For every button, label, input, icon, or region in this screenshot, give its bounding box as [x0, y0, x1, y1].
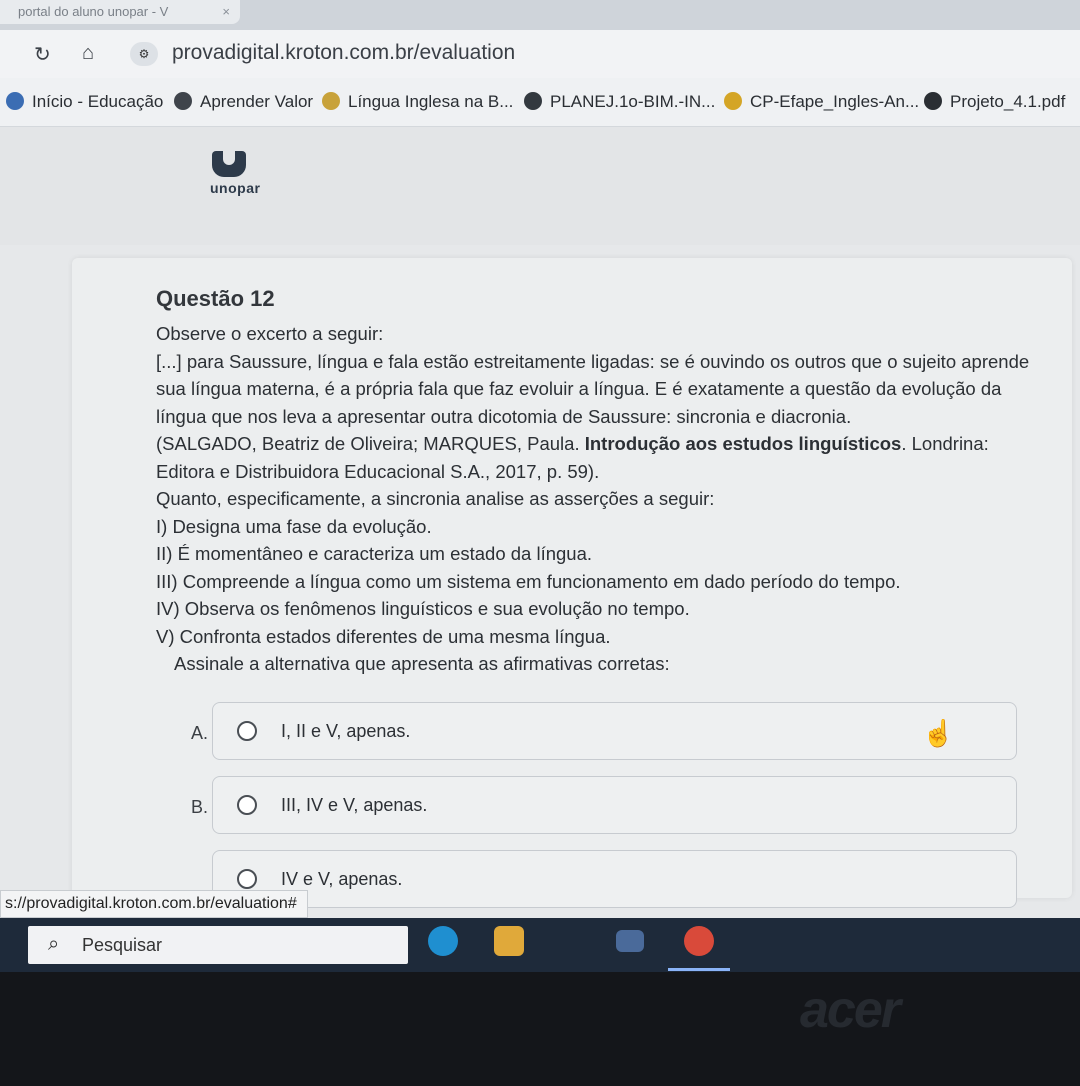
chrome-icon[interactable]: [684, 926, 714, 956]
question-excerpt: [...] para Saussure, língua e fala estão…: [156, 350, 1030, 427]
address-bar: ↻ ⌂ ⚙ provadigital.kroton.com.br/evaluat…: [0, 30, 1080, 78]
bookmark-label: Início - Educação: [32, 92, 164, 111]
taskbar: ⌕ Pesquisar: [0, 918, 1080, 972]
bookmark-label: PLANEJ.1o-BIM.-IN...: [550, 92, 716, 111]
option-text: IV e V, apenas.: [281, 869, 403, 889]
question-card: Questão 12 Observe o excerto a seguir: […: [72, 258, 1072, 908]
home-icon[interactable]: ⌂: [82, 42, 94, 65]
logo-text: unopar: [210, 180, 261, 196]
bookmark-favicon-icon: [924, 91, 942, 110]
question-instruction: Assinale a alternativa que apresenta as …: [174, 653, 670, 674]
bookmark-aprender-valor[interactable]: Aprender Valor: [174, 88, 313, 116]
question-intro: Observe o excerto a seguir:: [156, 323, 384, 344]
bookmark-favicon-icon: [6, 91, 24, 110]
app-icon[interactable]: [616, 930, 644, 952]
bookmark-favicon-icon: [174, 91, 192, 110]
bookmark-inicio[interactable]: Início - Educação: [6, 88, 163, 116]
option-letter: B.: [191, 797, 209, 817]
bookmark-favicon-icon: [322, 91, 340, 110]
assertion-item: I) Designa uma fase da evolução.: [156, 515, 432, 537]
option-text: III, IV e V, apenas.: [281, 795, 428, 815]
active-app-indicator: [668, 968, 730, 971]
tab-bar: portal do aluno unopar - V ×: [0, 0, 1080, 30]
bookmark-projeto[interactable]: Projeto_4.1.pdf: [924, 88, 1065, 116]
unopar-logo-icon: [212, 151, 246, 177]
assertion-item: III) Compreende a língua como um sistema…: [156, 570, 901, 592]
bookmark-favicon-icon: [724, 91, 742, 110]
option-radio[interactable]: [237, 721, 257, 741]
hand-cursor-icon: ☝: [922, 718, 955, 748]
assertion-item: II) É momentâneo e caracteriza um estado…: [156, 543, 593, 564]
bookmark-label: Língua Inglesa na B...: [348, 92, 514, 111]
edge-browser-icon[interactable]: [428, 926, 458, 956]
question-prompt: Quanto, especificamente, a sincronia ana…: [156, 488, 715, 509]
option-text: I, II e V, apenas.: [281, 721, 411, 741]
bookmark-planej[interactable]: PLANEJ.1o-BIM.-IN...: [524, 88, 715, 116]
status-url: s://provadigital.kroton.com.br/evaluatio…: [0, 890, 308, 918]
question-title: Questão 12: [156, 286, 275, 311]
page-header: unopar: [0, 127, 1080, 245]
browser-tab[interactable]: portal do aluno unopar - V ×: [0, 0, 240, 24]
reload-icon[interactable]: ↻: [34, 42, 51, 67]
bookmark-cp-efape[interactable]: CP-Efape_Ingles-An...: [724, 88, 919, 116]
search-icon: ⌕: [48, 933, 60, 955]
screen: portal do aluno unopar - V × ↻ ⌂ ⚙ prova…: [0, 0, 1080, 972]
assertion-item: IV) Observa os fenômenos linguísticos e …: [156, 598, 690, 619]
taskbar-search[interactable]: ⌕ Pesquisar: [28, 926, 408, 964]
option-c[interactable]: IV e V, apenas.: [212, 850, 1017, 908]
bookmark-favicon-icon: [524, 91, 542, 110]
bookmark-label: Projeto_4.1.pdf: [950, 92, 1066, 111]
file-explorer-icon[interactable]: [494, 926, 524, 956]
option-radio[interactable]: [237, 795, 257, 815]
option-letter: A.: [191, 723, 209, 743]
question-citation: (SALGADO, Beatriz de Oliveira; MARQUES, …: [156, 430, 1036, 485]
site-info-icon[interactable]: ⚙: [130, 42, 158, 66]
option-a[interactable]: A. I, II e V, apenas.: [191, 702, 1017, 760]
bezel-brand-logo: acer: [800, 981, 901, 1039]
option-radio[interactable]: [237, 869, 257, 889]
bookmark-label: CP-Efape_Ingles-An...: [750, 92, 920, 111]
assertion-item: V) Confronta estados diferentes de uma m…: [156, 625, 611, 647]
search-input[interactable]: Pesquisar: [82, 935, 162, 956]
bookmark-label: Aprender Valor: [200, 92, 314, 111]
tab-title: portal do aluno unopar - V: [18, 4, 169, 19]
url-field[interactable]: provadigital.kroton.com.br/evaluation: [172, 41, 515, 65]
question-body: Observe o excerto a seguir: [...] para S…: [156, 320, 1036, 678]
option-b[interactable]: B. III, IV e V, apenas.: [191, 776, 1017, 834]
citation-title: Introdução aos estudos linguísticos: [584, 433, 902, 454]
citation-prefix: (SALGADO, Beatriz de Oliveira; MARQUES, …: [156, 433, 580, 454]
bookmark-lingua-inglesa[interactable]: Língua Inglesa na B...: [322, 88, 513, 116]
bookmarks-bar: Início - Educação Aprender Valor Língua …: [0, 78, 1080, 127]
tab-close-icon[interactable]: ×: [222, 0, 230, 24]
